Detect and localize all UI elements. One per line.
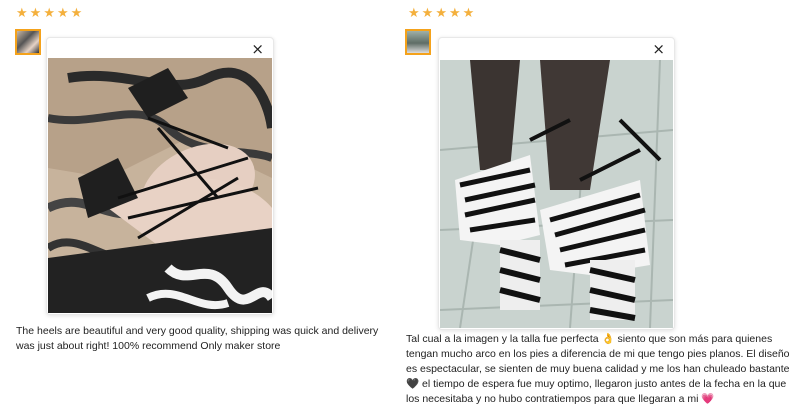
- review-photo: [440, 60, 673, 328]
- star-icon: ★: [43, 5, 55, 20]
- star-icon: ★: [448, 5, 461, 20]
- rating-stars: ★ ★ ★ ★ ★: [408, 6, 474, 19]
- review-text: The heels are beautiful and very good qu…: [16, 325, 379, 352]
- review-photo-thumbnail[interactable]: [405, 29, 431, 55]
- review-text: Tal cual a la imagen y la talla fue perf…: [406, 333, 790, 405]
- star-icon: ★: [70, 5, 83, 20]
- star-icon: ★: [56, 5, 69, 20]
- star-icon: ★: [435, 5, 447, 20]
- review-photo: [48, 58, 272, 313]
- review-photo-thumbnail[interactable]: [15, 29, 41, 55]
- rating-stars: ★ ★ ★ ★ ★: [16, 6, 82, 19]
- photo-viewer: ×: [438, 37, 675, 330]
- photo-viewer: ×: [46, 37, 274, 315]
- star-icon: ★: [421, 5, 434, 20]
- star-icon: ★: [408, 5, 420, 20]
- star-icon: ★: [29, 5, 42, 20]
- close-icon[interactable]: ×: [652, 41, 665, 57]
- star-icon: ★: [462, 5, 475, 20]
- close-icon[interactable]: ×: [251, 41, 264, 57]
- star-icon: ★: [16, 5, 28, 20]
